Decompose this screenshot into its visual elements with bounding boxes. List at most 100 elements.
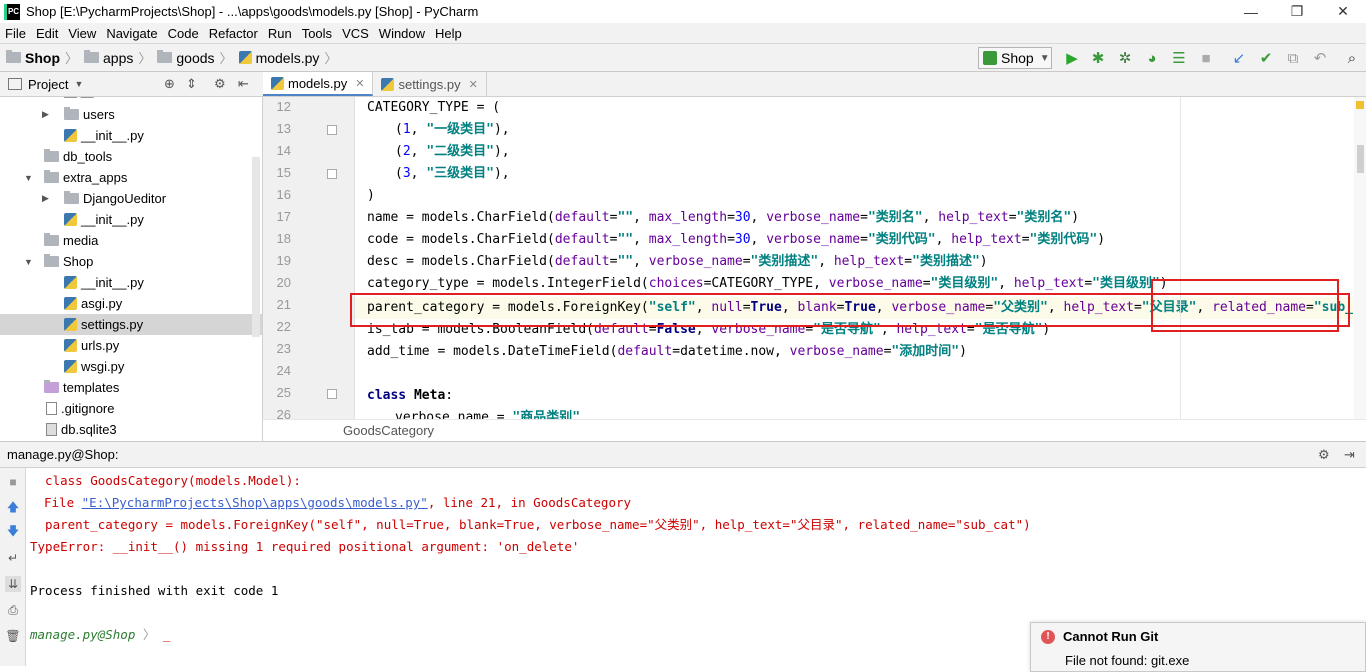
run-config-select[interactable]: Shop ▼ <box>978 47 1052 69</box>
notification-balloon[interactable]: ! Cannot Run Git File not found: git.exe <box>1030 622 1366 672</box>
gear-icon[interactable]: ⚙ <box>214 76 226 92</box>
run-icon[interactable]: ▶ <box>1063 49 1081 67</box>
chevron-down-icon[interactable]: ▼ <box>24 257 33 267</box>
menu-tools[interactable]: Tools <box>297 26 337 41</box>
vcs-commit-icon[interactable]: ✔ <box>1257 49 1275 67</box>
tree-item-wsgi[interactable]: wsgi.py <box>0 356 262 377</box>
python-file-icon <box>238 51 252 64</box>
console-prompt[interactable]: manage.py@Shop 〉 _ <box>30 624 170 646</box>
scroll-thumb[interactable] <box>1357 145 1364 173</box>
breadcrumb-item[interactable]: goods 〉 <box>157 48 233 67</box>
run-toolbar: ■ 🡅 🡇 ↵ ⇊ ⎙ 🗑 <box>0 468 26 666</box>
breadcrumb-item[interactable]: apps 〉 <box>84 48 151 67</box>
collapse-icon[interactable]: ⇕ <box>186 76 197 92</box>
warning-marker-icon[interactable] <box>1356 101 1364 109</box>
tree-item-asgi[interactable]: asgi.py <box>0 293 262 314</box>
menu-help[interactable]: Help <box>430 26 467 41</box>
menu-refactor[interactable]: Refactor <box>204 26 263 41</box>
code-line: add_time = models.DateTimeField(default=… <box>367 344 967 359</box>
python-file-icon <box>381 77 395 91</box>
stop-icon[interactable]: ■ <box>1197 49 1215 67</box>
up-arrow-icon[interactable]: 🡅 <box>5 500 21 516</box>
tab-settings-py[interactable]: settings.py ✕ <box>373 72 487 96</box>
code-line: desc = models.CharField(default="", verb… <box>367 254 988 269</box>
line-number: 15 <box>276 165 291 180</box>
debug-icon[interactable]: ✱ <box>1089 49 1107 67</box>
revert-icon[interactable]: ↶ <box>1311 49 1329 67</box>
line-number: 21 <box>276 297 291 312</box>
fold-icon[interactable] <box>327 389 337 399</box>
fold-icon[interactable] <box>327 125 337 135</box>
menu-navigate[interactable]: Navigate <box>101 26 162 41</box>
tree-item-gitignore[interactable]: .gitignore <box>0 398 262 419</box>
breadcrumb-item[interactable]: Shop 〉 <box>6 48 78 67</box>
folder-icon <box>44 149 59 162</box>
tree-scrollbar[interactable] <box>252 157 260 337</box>
tree-item-init[interactable]: __init__.py <box>0 125 262 146</box>
locate-icon[interactable]: ⊕ <box>164 76 175 92</box>
chevron-right-icon[interactable]: ▶ <box>42 193 49 204</box>
tree-item-settings[interactable]: settings.py <box>0 314 262 335</box>
menu-window[interactable]: Window <box>374 26 430 41</box>
close-icon[interactable]: ✕ <box>1320 0 1366 23</box>
file-link[interactable]: "E:\PycharmProjects\Shop\apps\goods\mode… <box>82 495 428 510</box>
menu-code[interactable]: Code <box>163 26 204 41</box>
chevron-down-icon[interactable]: ▼ <box>24 173 33 183</box>
tree-item-extra-apps[interactable]: ▼ extra_apps <box>0 167 262 188</box>
gear-icon[interactable]: ⚙ <box>1318 447 1330 463</box>
scroll-to-end-icon[interactable]: ⇊ <box>5 576 21 592</box>
close-icon[interactable]: ✕ <box>355 77 364 90</box>
tree-item-init[interactable]: __init__.py <box>0 209 262 230</box>
file-icon <box>46 402 57 415</box>
tab-models-py[interactable]: models.py ✕ <box>263 72 374 96</box>
folder-icon <box>84 50 100 63</box>
line-number: 24 <box>276 363 291 378</box>
fold-icon[interactable] <box>327 169 337 179</box>
code-editor[interactable]: CATEGORY_TYPE = ( (1, "一级类目"), (2, "二级类目… <box>355 97 1355 419</box>
breadcrumb-item[interactable]: models.py 〉 <box>238 48 337 67</box>
tree-item-urls[interactable]: urls.py <box>0 335 262 356</box>
tree-item-templates[interactable]: templates <box>0 377 262 398</box>
code-line: code = models.CharField(default="", max_… <box>367 232 1106 247</box>
tree-item-db-sqlite3[interactable]: db.sqlite3 <box>0 419 262 440</box>
menu-vcs[interactable]: VCS <box>337 26 374 41</box>
editor-scrollbar[interactable] <box>1354 97 1366 419</box>
profile-icon[interactable]: ◕ <box>1143 49 1161 67</box>
trash-icon[interactable]: 🗑 <box>5 628 21 644</box>
hide-icon[interactable]: ⇤ <box>238 76 249 92</box>
project-panel-title[interactable]: Project <box>28 77 68 92</box>
python-file-icon <box>64 339 77 352</box>
stop-icon[interactable]: ■ <box>5 474 21 490</box>
menu-run[interactable]: Run <box>263 26 297 41</box>
folder-icon <box>44 380 59 393</box>
tree-item-users[interactable]: ▶ users <box>0 104 262 125</box>
menu-edit[interactable]: Edit <box>31 26 63 41</box>
menu-view[interactable]: View <box>63 26 101 41</box>
menu-file[interactable]: File <box>0 26 31 41</box>
tree-item-djangoueditor[interactable]: ▶ DjangoUeditor <box>0 188 262 209</box>
down-arrow-icon[interactable]: 🡇 <box>5 524 21 540</box>
concurrency-icon[interactable]: ☰ <box>1170 49 1188 67</box>
tree-item-init[interactable]: __init__.py <box>0 272 262 293</box>
soft-wrap-icon[interactable]: ↵ <box>5 550 21 566</box>
line-number: 17 <box>276 209 291 224</box>
run-panel-title: manage.py@Shop: <box>7 447 119 462</box>
tree-item-db-tools[interactable]: db_tools <box>0 146 262 167</box>
search-icon[interactable]: ⌕ <box>1343 49 1361 67</box>
hide-icon[interactable]: ⇥ <box>1344 447 1355 463</box>
print-icon[interactable]: ⎙ <box>5 602 21 618</box>
tree-item-media[interactable]: media <box>0 230 262 251</box>
line-number: 22 <box>276 319 291 334</box>
vcs-update-icon[interactable]: ↙ <box>1230 49 1248 67</box>
chevron-down-icon[interactable]: ▼ <box>74 79 83 89</box>
minimize-icon[interactable]: — <box>1228 0 1274 23</box>
editor-breadcrumb[interactable]: GoodsCategory <box>263 419 1366 441</box>
tree-item-shop[interactable]: ▼ Shop <box>0 251 262 272</box>
line-number: 23 <box>276 341 291 356</box>
coverage-icon[interactable]: ✲ <box>1116 49 1134 67</box>
chevron-right-icon[interactable]: ▶ <box>42 109 49 120</box>
python-file-icon <box>64 213 77 226</box>
close-icon[interactable]: ✕ <box>469 78 478 91</box>
vcs-history-icon[interactable]: ⧉ <box>1284 49 1302 67</box>
maximize-icon[interactable]: ❐ <box>1274 0 1320 23</box>
